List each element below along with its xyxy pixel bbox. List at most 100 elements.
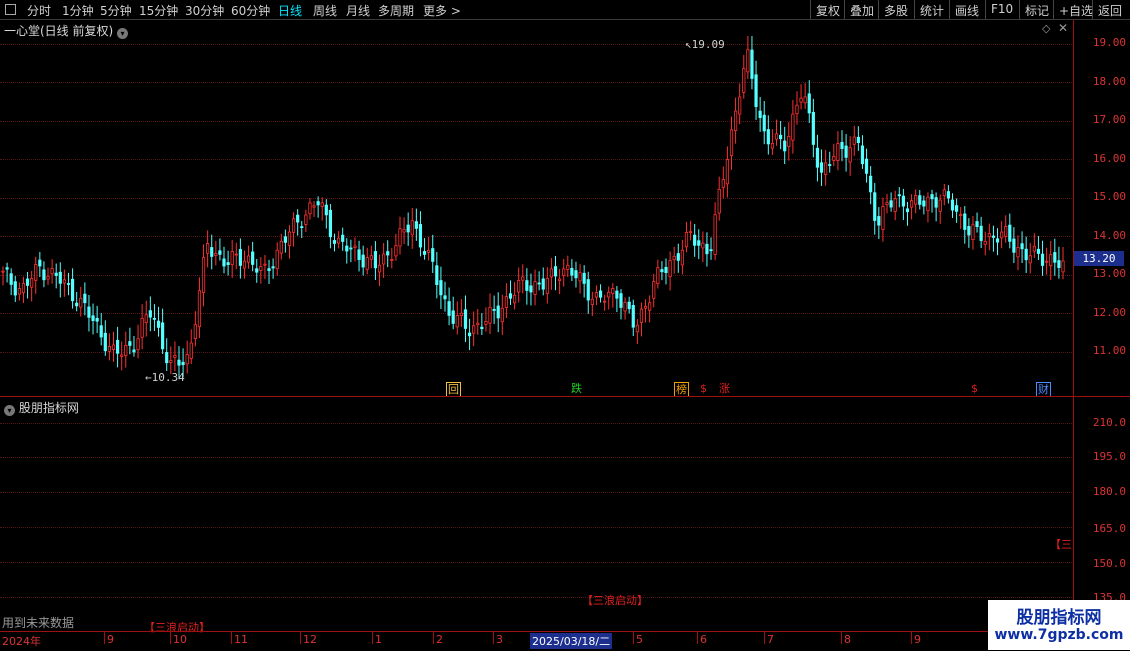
event-mark-finance[interactable]: 财: [1036, 382, 1051, 397]
candle-body: [991, 235, 996, 238]
candle-body: [300, 226, 304, 229]
event-mark-return[interactable]: 回: [446, 382, 461, 397]
price-tick: 15.00: [1092, 190, 1126, 203]
grid-line: [0, 562, 1072, 563]
candle-body: [472, 325, 476, 334]
stock-title[interactable]: 一心堂(日线 前复权) ▾: [4, 22, 129, 39]
candle-body: [533, 281, 537, 295]
event-mark-dollar[interactable]: $: [970, 382, 979, 395]
indicator-title-text: 股朋指标网: [18, 401, 79, 415]
candle-body: [382, 253, 386, 265]
chevron-down-icon[interactable]: ▾: [117, 28, 129, 39]
candle-body: [87, 306, 91, 318]
time-label: 9: [914, 633, 921, 646]
price-tick: 11.00: [1092, 344, 1126, 357]
candle-body: [541, 278, 545, 290]
candle-body: [304, 214, 308, 225]
grid-line: [0, 597, 1072, 598]
candle-body: [467, 332, 472, 337]
candle-body: [598, 290, 603, 298]
candle-body: [386, 251, 390, 256]
candle-body: [476, 322, 480, 326]
selected-date-label[interactable]: 2025/03/18/二: [530, 633, 613, 649]
diamond-icon[interactable]: ◇: [1042, 22, 1050, 35]
candle-body: [807, 93, 811, 114]
candle-body: [672, 255, 676, 261]
candle-body: [5, 267, 9, 270]
candle-body: [562, 268, 566, 276]
candle-body: [705, 243, 709, 255]
candle-body: [885, 202, 889, 206]
candle-body: [427, 249, 431, 253]
candle-body: [296, 214, 300, 223]
candle-body: [95, 317, 99, 322]
candle-body: [287, 231, 292, 247]
candle-body: [643, 305, 648, 309]
candle-body: [582, 272, 586, 284]
close-icon[interactable]: ✕: [1058, 21, 1068, 35]
candle-body: [390, 259, 394, 261]
indicator-title[interactable]: ▾ 股朋指标网: [4, 399, 79, 416]
candle-body: [115, 339, 120, 354]
candle-body: [431, 248, 435, 262]
candle-body: [553, 266, 558, 277]
candle-body: [578, 272, 582, 282]
candle-body: [508, 293, 513, 299]
candle-body: [1057, 260, 1061, 268]
candle-body: [819, 162, 824, 173]
candle-body: [332, 240, 337, 244]
candle-body: [255, 268, 259, 273]
candle-body: [1032, 245, 1036, 252]
candle-body: [721, 179, 725, 188]
candle-body: [418, 224, 423, 248]
candlestick-chart[interactable]: [0, 0, 1072, 396]
candle-body: [877, 216, 881, 226]
candle-body: [733, 110, 738, 131]
candle-body: [447, 301, 451, 316]
candle-body: [439, 280, 443, 296]
candle-body: [824, 162, 828, 175]
candle-body: [848, 147, 852, 163]
candle-body: [852, 136, 856, 145]
candle-body: [1049, 254, 1053, 267]
chevron-down-icon[interactable]: ▾: [4, 405, 15, 416]
candle-body: [738, 96, 742, 115]
candle-body: [963, 213, 967, 230]
current-price-label: 13.20: [1074, 251, 1124, 266]
candle-body: [1020, 243, 1024, 250]
event-mark-list[interactable]: 榜: [674, 382, 689, 397]
candle-body: [566, 264, 570, 270]
price-tick: 18.00: [1092, 75, 1126, 88]
future-data-note: 用到未来数据: [2, 616, 75, 630]
event-mark-rise[interactable]: 涨: [718, 382, 731, 395]
candle-body: [251, 251, 255, 265]
candle-body: [9, 273, 13, 285]
candle-body: [435, 265, 439, 285]
price-tick: 16.00: [1092, 152, 1126, 165]
event-mark-fall[interactable]: 跌: [570, 382, 583, 395]
candle-body: [271, 266, 275, 269]
time-label: 9: [107, 633, 114, 646]
candle-body: [459, 312, 463, 317]
panel-divider[interactable]: [0, 396, 1130, 397]
event-mark-dollar[interactable]: $: [699, 382, 708, 395]
back-button[interactable]: 返回: [1092, 0, 1130, 19]
candle-body: [422, 251, 427, 255]
candle-body: [242, 260, 247, 269]
candle-body: [889, 200, 893, 208]
candle-body: [484, 320, 488, 325]
candle-body: [832, 156, 836, 161]
candle-body: [676, 253, 680, 261]
candle-body: [349, 247, 353, 250]
high-price-value: 19.09: [691, 38, 725, 51]
time-label: 11: [234, 633, 248, 646]
candle-body: [1000, 231, 1004, 239]
candle-body: [193, 324, 197, 339]
candle-body: [1004, 226, 1008, 237]
price-tick: 17.00: [1092, 113, 1126, 126]
candle-body: [500, 307, 504, 323]
candle-body: [373, 251, 378, 269]
candle-body: [107, 346, 112, 352]
time-label: 12: [303, 633, 317, 646]
candle-body: [684, 232, 689, 248]
